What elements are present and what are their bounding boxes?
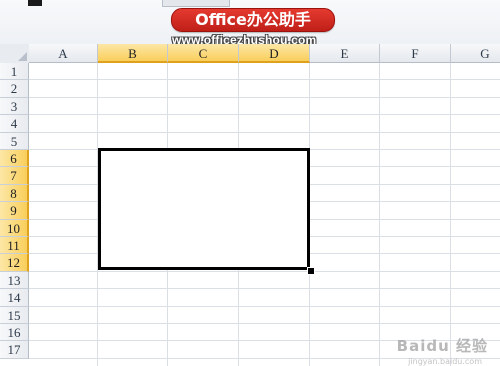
select-all-corner[interactable]: [0, 44, 30, 64]
row-header-11[interactable]: 11: [0, 237, 29, 255]
brand-watermark-badge: Office办公助手: [171, 8, 335, 32]
row-header-12[interactable]: 12: [0, 254, 29, 272]
row-header-17[interactable]: 17: [0, 341, 29, 359]
column-header-f[interactable]: F: [380, 44, 451, 63]
grid-row-line: [29, 323, 500, 324]
baidu-watermark-url: jingyan.baidu.com: [408, 357, 482, 366]
grid-row-line: [29, 96, 500, 98]
row-header-2[interactable]: 2: [0, 80, 29, 98]
column-header-g[interactable]: G: [451, 44, 500, 63]
cell-grid[interactable]: [29, 63, 500, 366]
row-header-3[interactable]: 3: [0, 97, 29, 116]
row-header-14[interactable]: 14: [0, 289, 29, 307]
row-header-4[interactable]: 4: [0, 115, 29, 133]
row-header-15[interactable]: 15: [0, 306, 29, 324]
column-header-b[interactable]: B: [98, 44, 168, 63]
column-header-d[interactable]: D: [239, 44, 310, 63]
toolbar-strip: Office办公助手 www.officezhushou.com: [0, 0, 500, 47]
row-header-13[interactable]: 13: [0, 271, 29, 290]
row-header-16[interactable]: 16: [0, 324, 29, 342]
toolbar-edge-fragment: [28, 0, 42, 6]
grid-row-line: [29, 305, 500, 307]
grid-column-line: [379, 63, 380, 366]
column-header-a[interactable]: A: [29, 44, 98, 63]
grid-row-line: [29, 114, 500, 116]
grid-row-line: [29, 131, 500, 133]
row-header-10[interactable]: 10: [0, 219, 29, 237]
row-header-9[interactable]: 9: [0, 202, 29, 220]
row-header-8[interactable]: 8: [0, 184, 29, 203]
name-box-fragment[interactable]: [162, 0, 230, 7]
spreadsheet: ABCDEFG 1 2 3 4 5 6 7 8 9 10 11 12 13 14 15 16 17: [0, 44, 500, 366]
grid-column-line: [450, 63, 451, 366]
grid-row-line: [29, 79, 500, 81]
fill-handle-icon[interactable]: [307, 267, 315, 275]
row-header-5[interactable]: 5: [0, 132, 29, 150]
selected-range-border[interactable]: [98, 148, 310, 270]
row-header-7[interactable]: 7: [0, 167, 29, 185]
baidu-watermark-icon: Baidu 经验: [396, 337, 488, 355]
column-header-c[interactable]: C: [168, 44, 239, 63]
grid-row-line: [29, 288, 500, 290]
row-header-6[interactable]: 6: [0, 150, 29, 168]
grid-row-line: [29, 270, 500, 272]
row-header-1[interactable]: 1: [0, 63, 29, 81]
column-header-e[interactable]: E: [310, 44, 380, 63]
